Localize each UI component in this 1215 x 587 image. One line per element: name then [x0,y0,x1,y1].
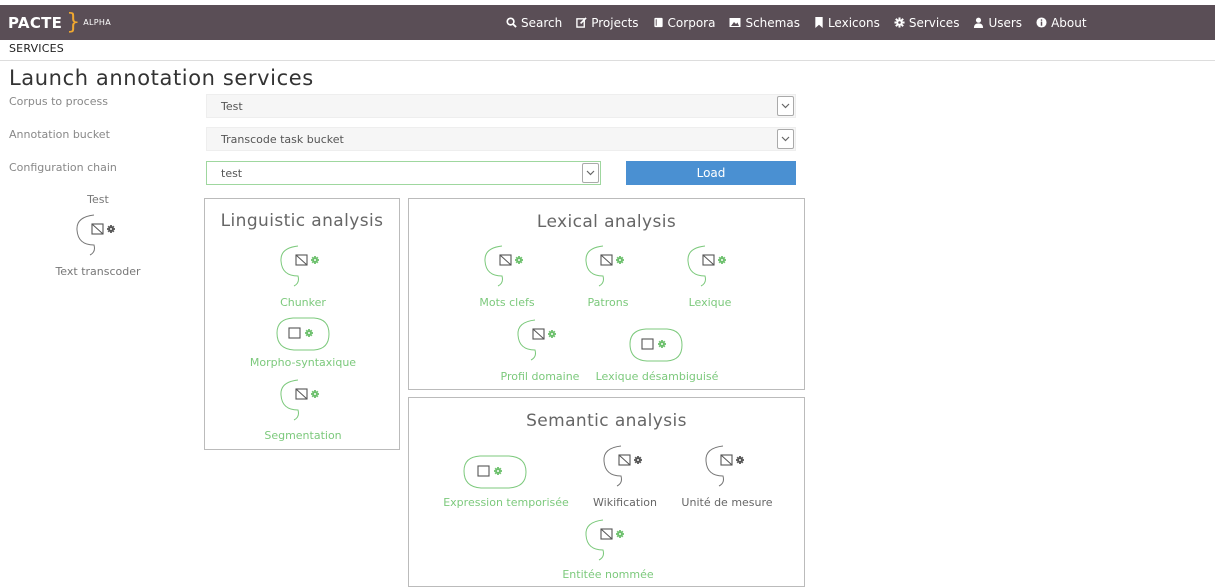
service-node-icon [603,445,642,487]
nav-item-label: Users [988,15,1023,30]
info-icon [1036,17,1047,28]
service-node-lexique[interactable] [685,245,737,291]
service-node-wikification[interactable] [601,445,653,491]
nav-item-label: Corpora [667,15,716,30]
bucket-select[interactable]: Transcode task bucket [206,127,796,151]
service-node-icon [705,445,744,487]
brand-logo[interactable]: PACTE } ALPHA [8,5,111,40]
chain-select[interactable]: test [206,161,601,185]
search-icon [506,17,517,28]
service-node-icon [463,455,527,489]
page-title: Launch annotation services [9,66,314,90]
bucket-label: Annotation bucket [9,128,110,141]
nav-item-services[interactable]: Services [894,15,960,30]
nav-item-label: Schemas [745,15,800,30]
corpus-select-value: Test [221,99,243,113]
service-node-icon [76,214,115,256]
nav-item-users[interactable]: Users [973,16,1022,30]
chevron-down-icon[interactable] [582,163,599,183]
service-node-icon [517,319,556,361]
service-node-expression-temporisee[interactable] [461,455,529,495]
chevron-down-icon[interactable] [777,129,794,149]
service-label-unite-de-mesure[interactable]: Unité de mesure [657,496,797,509]
nav-item-search[interactable]: Search [506,16,562,30]
brand-name: PACTE [8,13,63,32]
breadcrumb-divider [0,60,1215,61]
chain-select-value: test [221,166,243,180]
brand-brace-icon: } [66,10,81,35]
service-node-icon [585,519,624,561]
nav-item-label: Search [521,15,563,30]
semantic-panel: Semantic analysis Expression temporisée … [408,397,805,587]
nav-item-about[interactable]: About [1036,15,1087,30]
panel-title: Semantic analysis [526,411,687,431]
brand-tag: ALPHA [83,18,111,27]
nav-item-label: Projects [591,15,639,30]
bucket-select-value: Transcode task bucket [221,132,344,146]
service-node-icon [687,245,726,287]
nav-item-label: About [1051,15,1087,30]
breadcrumb: SERVICES [9,42,64,55]
service-node-icon [276,317,330,351]
lexical-panel: Lexical analysis Mots clefs Patrons Lexi… [408,198,805,390]
service-node-segmentation[interactable] [278,379,330,425]
service-label-morpho-syntaxique[interactable]: Morpho-syntaxique [233,356,373,369]
nav-item-label: Services [908,15,960,30]
service-node-icon [280,379,319,421]
top-navbar: PACTE } ALPHA Search Projects Corpora Sc… [0,5,1215,40]
service-node-lexique-desambiguise[interactable] [627,328,685,368]
service-node-chunker[interactable] [278,245,330,291]
chain-title: Test [87,193,109,206]
chain-service-node[interactable] [74,214,126,260]
chain-service-label: Text transcoder [55,265,141,278]
service-node-profil-domaine[interactable] [515,319,567,365]
linguistic-panel: Linguistic analysis Chunker Morpho-synta… [204,198,400,450]
panel-title: Lexical analysis [536,212,677,232]
load-button[interactable]: Load [626,161,796,185]
service-node-icon [484,245,523,287]
corpus-label: Corpus to process [9,95,108,108]
chain-label: Configuration chain [9,161,117,174]
chevron-down-icon[interactable] [777,96,794,116]
service-node-unite-de-mesure[interactable] [703,445,755,491]
service-node-icon [629,328,683,362]
service-node-mots-clefs[interactable] [482,245,534,291]
bookmark-icon [815,17,823,28]
service-label-segmentation[interactable]: Segmentation [233,429,373,442]
nav-item-projects[interactable]: Projects [576,15,639,30]
service-node-icon [280,245,319,287]
service-node-patrons[interactable] [583,245,635,291]
nav-item-schemas[interactable]: Schemas [729,16,800,30]
service-label-entitee-nommee[interactable]: Entitée nommée [538,568,678,581]
nav-item-lexicons[interactable]: Lexicons [814,16,880,30]
image-icon [729,18,741,27]
edit-icon [576,17,587,28]
corpus-select[interactable]: Test [206,94,796,118]
panel-title: Linguistic analysis [220,211,384,231]
user-icon [974,17,984,28]
service-label-chunker[interactable]: Chunker [233,296,373,309]
service-node-morpho-syntaxique[interactable] [274,317,332,357]
service-label-lexique-desambiguise[interactable]: Lexique désambiguisé [587,370,727,383]
nav-item-label: Lexicons [827,15,880,30]
book-icon [653,17,663,28]
gear-icon [894,17,905,28]
service-node-icon [585,245,624,287]
nav-item-corpora[interactable]: Corpora [653,15,716,30]
nav-menu: Search Projects Corpora Schemas Lexicons… [506,5,1101,40]
service-label-lexique[interactable]: Lexique [640,296,780,309]
service-node-entitee-nommee[interactable] [583,519,635,565]
